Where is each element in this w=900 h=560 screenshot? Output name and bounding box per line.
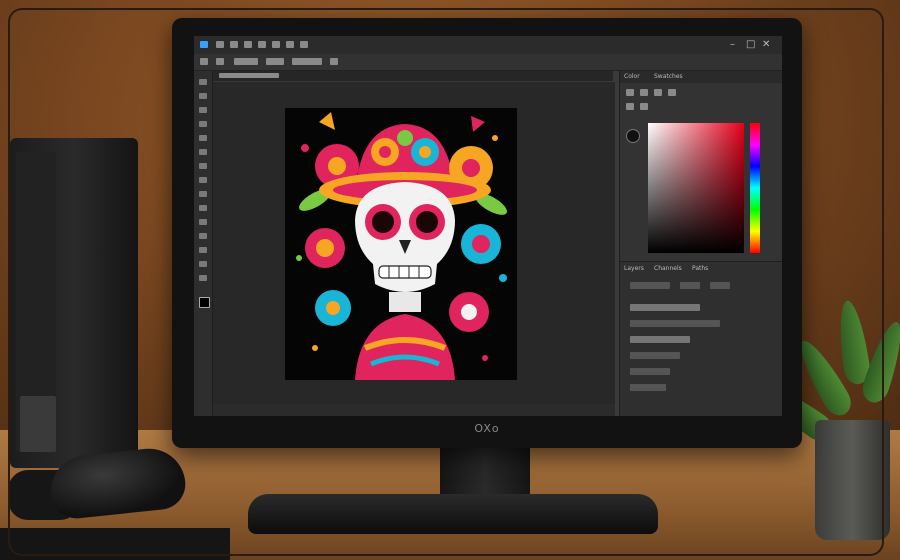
move-tool-icon[interactable] [199,79,207,85]
tab-color[interactable]: Color [624,73,640,80]
layer-row[interactable] [630,304,700,311]
menu-item[interactable] [258,41,266,48]
crop-tool-icon[interactable] [199,135,207,141]
panel-option-icon[interactable] [626,89,634,96]
status-bar [213,404,615,416]
layer-control[interactable] [630,282,670,289]
layer-control[interactable] [680,282,700,289]
tool-option-icon[interactable] [234,58,258,65]
options-bar [194,54,782,71]
speaker-slot [20,396,56,452]
layer-row[interactable] [630,352,680,359]
tool-option-icon[interactable] [330,58,338,65]
gradient-tool-icon[interactable] [199,205,207,211]
foreground-color-icon[interactable] [199,297,210,308]
panel-option-icon[interactable] [640,89,648,96]
document-tab[interactable] [219,73,279,78]
tab-swatches[interactable]: Swatches [654,73,683,80]
tool-option-icon[interactable] [216,58,224,65]
document-tabs [213,71,613,81]
shape-tool-icon[interactable] [199,247,207,253]
hand-tool-icon[interactable] [199,261,207,267]
brush-tool-icon[interactable] [199,163,207,169]
panel-option-icon[interactable] [640,103,648,110]
menu-item[interactable] [300,41,308,48]
tool-option-icon[interactable] [200,58,208,65]
panel-option-icon[interactable] [626,103,634,110]
monitor-screen: – □ ✕ Color Swatches Layers Channels Pat… [194,36,782,416]
layer-control[interactable] [710,282,730,289]
menu-item[interactable] [286,41,294,48]
layers-panel: Layers Channels Paths [620,261,782,416]
skull-artwork [285,108,517,380]
quick-select-tool-icon[interactable] [199,121,207,127]
plant-pot [815,420,890,540]
lasso-tool-icon[interactable] [199,107,207,113]
layer-row[interactable] [630,336,690,343]
layer-row[interactable] [630,384,666,391]
menu-item[interactable] [272,41,280,48]
eraser-tool-icon[interactable] [199,191,207,197]
monitor-base [248,494,658,534]
desk-scene: – □ ✕ Color Swatches Layers Channels Pat… [0,0,900,560]
color-panel-tabs: Color Swatches [620,71,782,83]
menu-item[interactable] [216,41,224,48]
stamp-tool-icon[interactable] [199,177,207,183]
speaker [10,138,138,468]
tool-option-icon[interactable] [292,58,322,65]
color-picker-field[interactable] [648,123,744,253]
layer-row[interactable] [630,320,720,327]
app-logo-icon [200,41,208,48]
minimize-icon[interactable]: – [730,39,735,51]
maximize-icon[interactable]: □ [746,39,755,51]
close-icon[interactable]: ✕ [762,39,770,51]
canvas-area[interactable] [213,82,615,416]
zoom-tool-icon[interactable] [199,275,207,281]
tools-panel [194,71,213,416]
tab-channels[interactable]: Channels [654,265,682,272]
panel-option-icon[interactable] [668,89,676,96]
keyboard [0,528,230,560]
menu-item[interactable] [230,41,238,48]
tool-option-icon[interactable] [266,58,284,65]
skull-illustration [296,112,507,380]
menu-bar: – □ ✕ [194,36,782,55]
color-swatch-icon[interactable] [626,129,640,143]
menu-item[interactable] [244,41,252,48]
tab-layers[interactable]: Layers [624,265,644,272]
type-tool-icon[interactable] [199,233,207,239]
panel-option-icon[interactable] [654,89,662,96]
monitor: – □ ✕ Color Swatches Layers Channels Pat… [172,18,802,448]
tab-paths[interactable]: Paths [692,265,708,272]
marquee-tool-icon[interactable] [199,93,207,99]
right-panel: Color Swatches Layers Channels Paths [619,71,782,416]
layer-row[interactable] [630,368,670,375]
eyedropper-tool-icon[interactable] [199,149,207,155]
pen-tool-icon[interactable] [199,219,207,225]
hue-slider[interactable] [750,123,760,253]
monitor-brand-logo: OXo [474,422,500,435]
